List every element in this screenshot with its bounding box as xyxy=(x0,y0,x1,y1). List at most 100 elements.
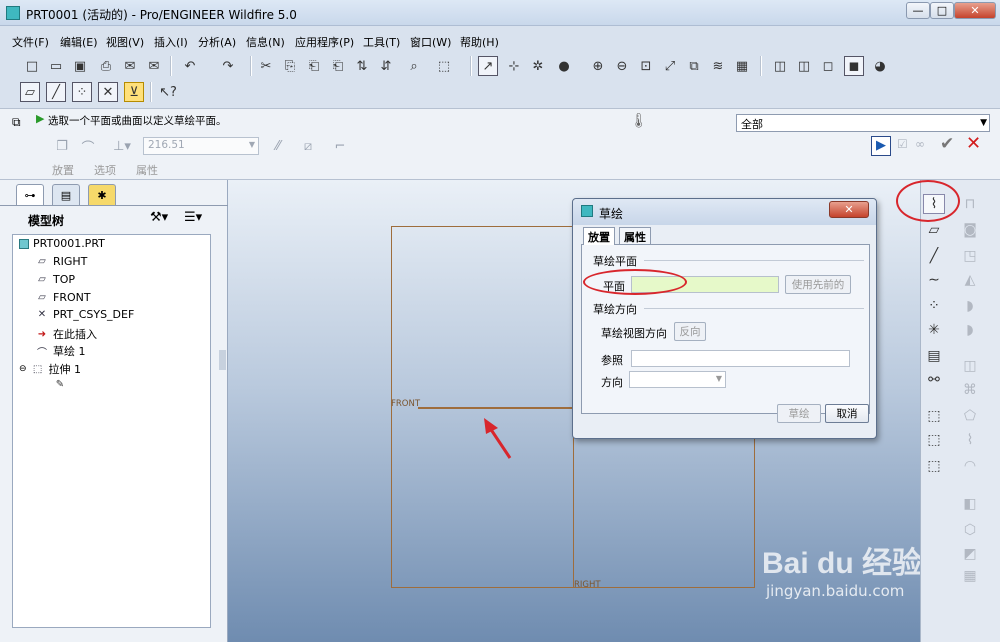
cut-icon[interactable]: ✂ xyxy=(256,56,276,76)
menu-help[interactable]: 帮助(H) xyxy=(460,34,499,50)
trim-tool-icon[interactable]: ⌇ xyxy=(959,430,981,450)
menu-file[interactable]: 文件(F) xyxy=(12,34,49,50)
datum-plane-display-icon[interactable]: ▱ xyxy=(20,82,40,102)
tab-options[interactable]: 选项 xyxy=(94,162,116,178)
favorites-tab-icon[interactable]: ✱ xyxy=(88,184,116,206)
tree-item-extrude1[interactable]: ⊖ ⬚ 拉伸 1 xyxy=(19,361,81,377)
tree-item-internal-sketch[interactable]: ✎ xyxy=(53,378,71,390)
tree-item-insert-here[interactable]: ➜ 在此插入 xyxy=(35,326,97,342)
solid-icon[interactable]: ❐ xyxy=(52,136,72,156)
thicken-tool-icon[interactable]: ◩ xyxy=(959,544,981,564)
pause-icon[interactable]: ☑ xyxy=(897,137,908,151)
extrude-tool-icon[interactable]: ⊓ xyxy=(959,194,981,214)
sketch-button[interactable]: 草绘 xyxy=(777,404,821,423)
shaded-icon[interactable]: ◼ xyxy=(844,56,864,76)
blend-tool-icon[interactable]: ⬚ xyxy=(923,430,945,450)
spin-center-icon[interactable]: ⊹ xyxy=(504,56,524,76)
pattern-tool-icon[interactable]: ⬠ xyxy=(959,406,981,426)
tab-properties[interactable]: 属性 xyxy=(136,162,158,178)
hidden-line-icon[interactable]: ◫ xyxy=(794,56,814,76)
revolve-tool-icon[interactable]: ◙ xyxy=(959,220,981,240)
depth-option-icon[interactable]: ⊥▾ xyxy=(106,136,138,156)
open-icon[interactable]: ▭ xyxy=(46,56,66,76)
copy-icon[interactable]: ⎘ xyxy=(280,56,300,76)
menu-insert[interactable]: 插入(I) xyxy=(154,34,188,50)
view-manager-icon[interactable]: ▦ xyxy=(732,56,752,76)
tree-columns-icon[interactable]: ☰▾ xyxy=(184,210,202,225)
mirror-tool-icon[interactable]: ⬚ xyxy=(923,456,945,476)
cancel-icon[interactable]: ✕ xyxy=(966,133,981,154)
refit-icon[interactable]: ⊡ xyxy=(636,56,656,76)
minimize-button[interactable]: — xyxy=(906,2,930,19)
shell-tool-icon[interactable]: ◭ xyxy=(959,270,981,290)
collapse-icon[interactable]: ⊖ xyxy=(19,364,27,374)
regen-manager-icon[interactable]: ⇵ xyxy=(376,56,396,76)
reference-field[interactable] xyxy=(631,350,850,367)
email-link-icon[interactable]: ✉ xyxy=(144,56,164,76)
saved-views-icon[interactable]: ⧉ xyxy=(684,56,704,76)
analysis-tool-icon[interactable]: ▤ xyxy=(923,346,945,366)
datum-axis-tool-icon[interactable]: ╱ xyxy=(923,246,945,266)
csys-tool-icon[interactable]: ✳ xyxy=(923,320,945,340)
round-tool-icon[interactable]: ◫ xyxy=(959,356,981,376)
paste-special-icon[interactable]: ⎗ xyxy=(328,56,348,76)
tree-item-front[interactable]: ▱ FRONT xyxy=(35,291,90,304)
wireframe-icon[interactable]: ◫ xyxy=(770,56,790,76)
tree-item-right[interactable]: ▱ RIGHT xyxy=(35,255,87,268)
flip-direction-icon[interactable]: ⁄⁄ xyxy=(268,136,288,156)
front-plane-edge-highlight[interactable] xyxy=(418,407,578,409)
draft-tool-icon[interactable]: ◗ xyxy=(959,320,981,340)
layers-icon[interactable]: ≋ xyxy=(708,56,728,76)
menu-edit[interactable]: 编辑(E) xyxy=(60,34,98,50)
paste-icon[interactable]: ⎗ xyxy=(304,56,324,76)
print-icon[interactable]: ⎙ xyxy=(96,56,116,76)
menu-tools[interactable]: 工具(T) xyxy=(363,34,400,50)
offset-tool-icon[interactable]: ⬡ xyxy=(959,520,981,540)
maximize-button[interactable]: □ xyxy=(930,2,954,19)
undo-icon[interactable]: ↶ xyxy=(180,56,200,76)
datum-plane-tool-icon[interactable]: ▱ xyxy=(923,220,945,240)
datum-point-display-icon[interactable]: ⁘ xyxy=(72,82,92,102)
folder-browser-tab-icon[interactable]: ▤ xyxy=(52,184,80,206)
menu-applications[interactable]: 应用程序(P) xyxy=(295,34,354,50)
menu-view[interactable]: 视图(V) xyxy=(106,34,144,50)
surface-icon[interactable]: ⌒ xyxy=(78,136,98,156)
enhanced-realism-icon[interactable]: ◕ xyxy=(870,56,890,76)
tab-placement[interactable]: 放置 xyxy=(52,162,74,178)
connect-tool-icon[interactable]: ⚯ xyxy=(923,370,945,390)
hole-tool-icon[interactable]: ◳ xyxy=(959,246,981,266)
orient-mode-icon[interactable]: ✲ xyxy=(528,56,548,76)
remove-material-icon[interactable]: ⧄ xyxy=(298,136,318,156)
no-hidden-icon[interactable]: ◻ xyxy=(818,56,838,76)
tree-item-sketch1[interactable]: ⌒ 草绘 1 xyxy=(35,343,86,359)
repaint-icon[interactable]: ↗ xyxy=(478,56,498,76)
zoom-out-icon[interactable]: ⊖ xyxy=(612,56,632,76)
email-icon[interactable]: ✉ xyxy=(120,56,140,76)
dialog-title-bar[interactable]: 草绘 ✕ xyxy=(573,199,876,225)
model-tree-tab-icon[interactable]: ⊶ xyxy=(16,184,44,206)
datum-axis-display-icon[interactable]: ╱ xyxy=(46,82,66,102)
selection-box-icon[interactable]: ⬚ xyxy=(428,56,460,76)
rib-tool-icon[interactable]: ◗ xyxy=(959,296,981,316)
redo-icon[interactable]: ↷ xyxy=(218,56,238,76)
dialog-tab-placement[interactable]: 放置 xyxy=(583,227,615,245)
csys-display-icon[interactable]: ✕ xyxy=(98,82,118,102)
dialog-close-button[interactable]: ✕ xyxy=(829,201,869,218)
new-icon[interactable]: □ xyxy=(22,56,42,76)
menu-analysis[interactable]: 分析(A) xyxy=(198,34,236,50)
flip-button[interactable]: 反向 xyxy=(674,322,706,341)
menu-window[interactable]: 窗口(W) xyxy=(410,34,451,50)
tree-settings-icon[interactable]: ⚒▾ xyxy=(150,210,168,225)
tree-item-part[interactable]: PRT0001.PRT xyxy=(19,237,105,250)
cancel-button[interactable]: 取消 xyxy=(825,404,869,423)
chamfer-tool-icon[interactable]: ⌘ xyxy=(959,380,981,400)
datum-curve-tool-icon[interactable]: ∼ xyxy=(923,270,945,290)
thicken-icon[interactable]: ⌐ xyxy=(330,136,350,156)
preview-icon[interactable]: ∞ xyxy=(915,137,925,151)
play-icon[interactable]: ▶ xyxy=(871,136,891,156)
zoom-in-icon[interactable]: ⊕ xyxy=(588,56,608,76)
apply-icon[interactable]: ✔ xyxy=(940,134,954,154)
depth-value-field[interactable]: 216.51 ▼ xyxy=(143,137,259,155)
context-help-icon[interactable]: ↖? xyxy=(158,82,178,102)
tree-item-top[interactable]: ▱ TOP xyxy=(35,273,75,286)
